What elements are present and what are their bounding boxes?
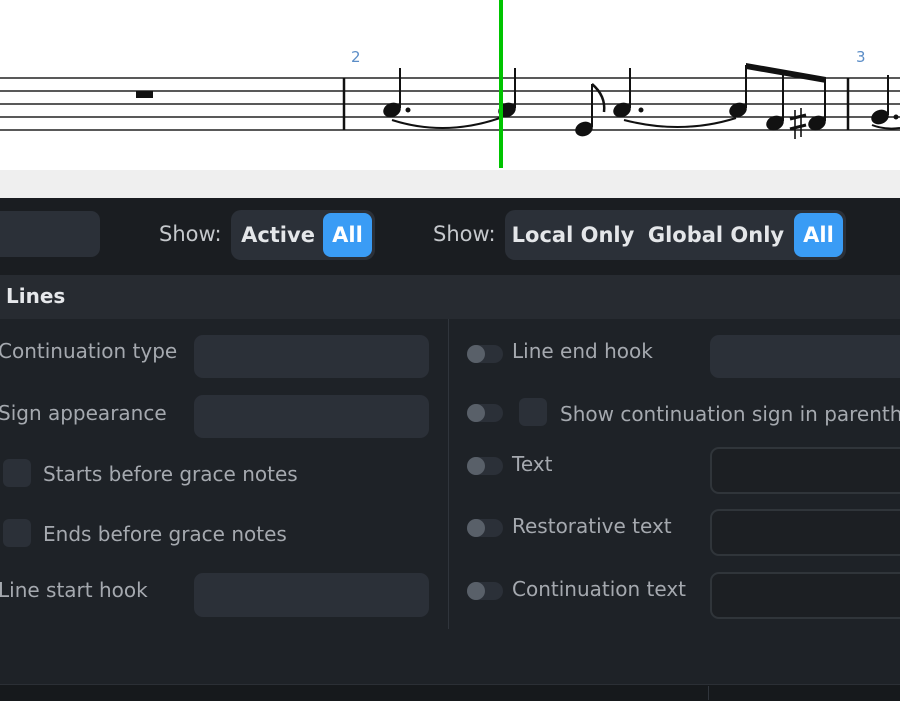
- starts-before-grace-checkbox[interactable]: [3, 459, 31, 487]
- score-scroll-area: [0, 170, 900, 198]
- sign-appearance-label: Sign appearance: [0, 401, 167, 425]
- ends-before-grace-label: Ends before grace notes: [43, 522, 287, 546]
- show-active-button[interactable]: Active: [235, 213, 321, 257]
- restorative-text-toggle[interactable]: [467, 519, 503, 537]
- tie: [623, 117, 737, 129]
- score-view[interactable]: 2 3: [0, 0, 900, 170]
- show-local-only-button[interactable]: Local Only: [509, 213, 637, 257]
- continuation-text-label: Continuation text: [512, 577, 687, 601]
- staff: [0, 0, 900, 168]
- ends-before-grace-checkbox[interactable]: [3, 519, 31, 547]
- restorative-text-label: Restorative text: [512, 514, 672, 538]
- search-input[interactable]: [0, 211, 100, 257]
- text-input[interactable]: [710, 447, 900, 494]
- line-end-hook-toggle[interactable]: [467, 345, 503, 363]
- filter-bar: Show: Active All Show: Local Only Global…: [0, 198, 900, 275]
- whole-rest: [136, 91, 153, 98]
- scope-filter-toggle: Local Only Global Only All: [505, 210, 846, 260]
- state-filter-toggle: Active All: [231, 210, 375, 260]
- show-label: Show:: [433, 222, 496, 246]
- sign-appearance-dropdown[interactable]: [194, 395, 429, 438]
- column-divider: [448, 319, 449, 629]
- section-header-lines[interactable]: Lines: [0, 275, 900, 319]
- show-label: Show:: [159, 222, 222, 246]
- show-global-only-button[interactable]: Global Only: [645, 213, 787, 257]
- show-continuation-sign-checkbox[interactable]: [519, 398, 547, 426]
- playhead-cursor: [499, 0, 503, 168]
- measure-number: 2: [351, 48, 361, 66]
- starts-before-grace-label: Starts before grace notes: [43, 462, 298, 486]
- show-all-button[interactable]: All: [323, 213, 372, 257]
- beamed-notes: [729, 63, 826, 139]
- text-label: Text: [512, 452, 553, 476]
- tie: [391, 117, 501, 130]
- line-start-hook-label: Line start hook: [0, 578, 148, 602]
- line-start-hook-dropdown[interactable]: [194, 573, 429, 617]
- note: [383, 68, 411, 118]
- section-title: Lines: [6, 284, 66, 308]
- bottom-panel-edge: [0, 684, 900, 701]
- continuation-text-input[interactable]: [710, 572, 900, 619]
- continuation-type-label: Continuation type: [0, 339, 178, 363]
- continuation-text-toggle[interactable]: [467, 582, 503, 600]
- note: [871, 75, 899, 125]
- text-toggle[interactable]: [467, 457, 503, 475]
- measure-number: 3: [856, 48, 866, 66]
- line-end-hook-dropdown[interactable]: [710, 335, 900, 378]
- restorative-text-input[interactable]: [710, 509, 900, 556]
- line-end-hook-label: Line end hook: [512, 339, 653, 363]
- show-all-scope-button[interactable]: All: [794, 213, 843, 257]
- bottom-divider: [708, 686, 709, 700]
- note: [613, 68, 644, 118]
- continuation-type-dropdown[interactable]: [194, 335, 429, 378]
- show-continuation-sign-label: Show continuation sign in parenthe: [560, 402, 900, 426]
- staff-lines: [0, 77, 900, 131]
- show-continuation-sign-toggle[interactable]: [467, 404, 503, 422]
